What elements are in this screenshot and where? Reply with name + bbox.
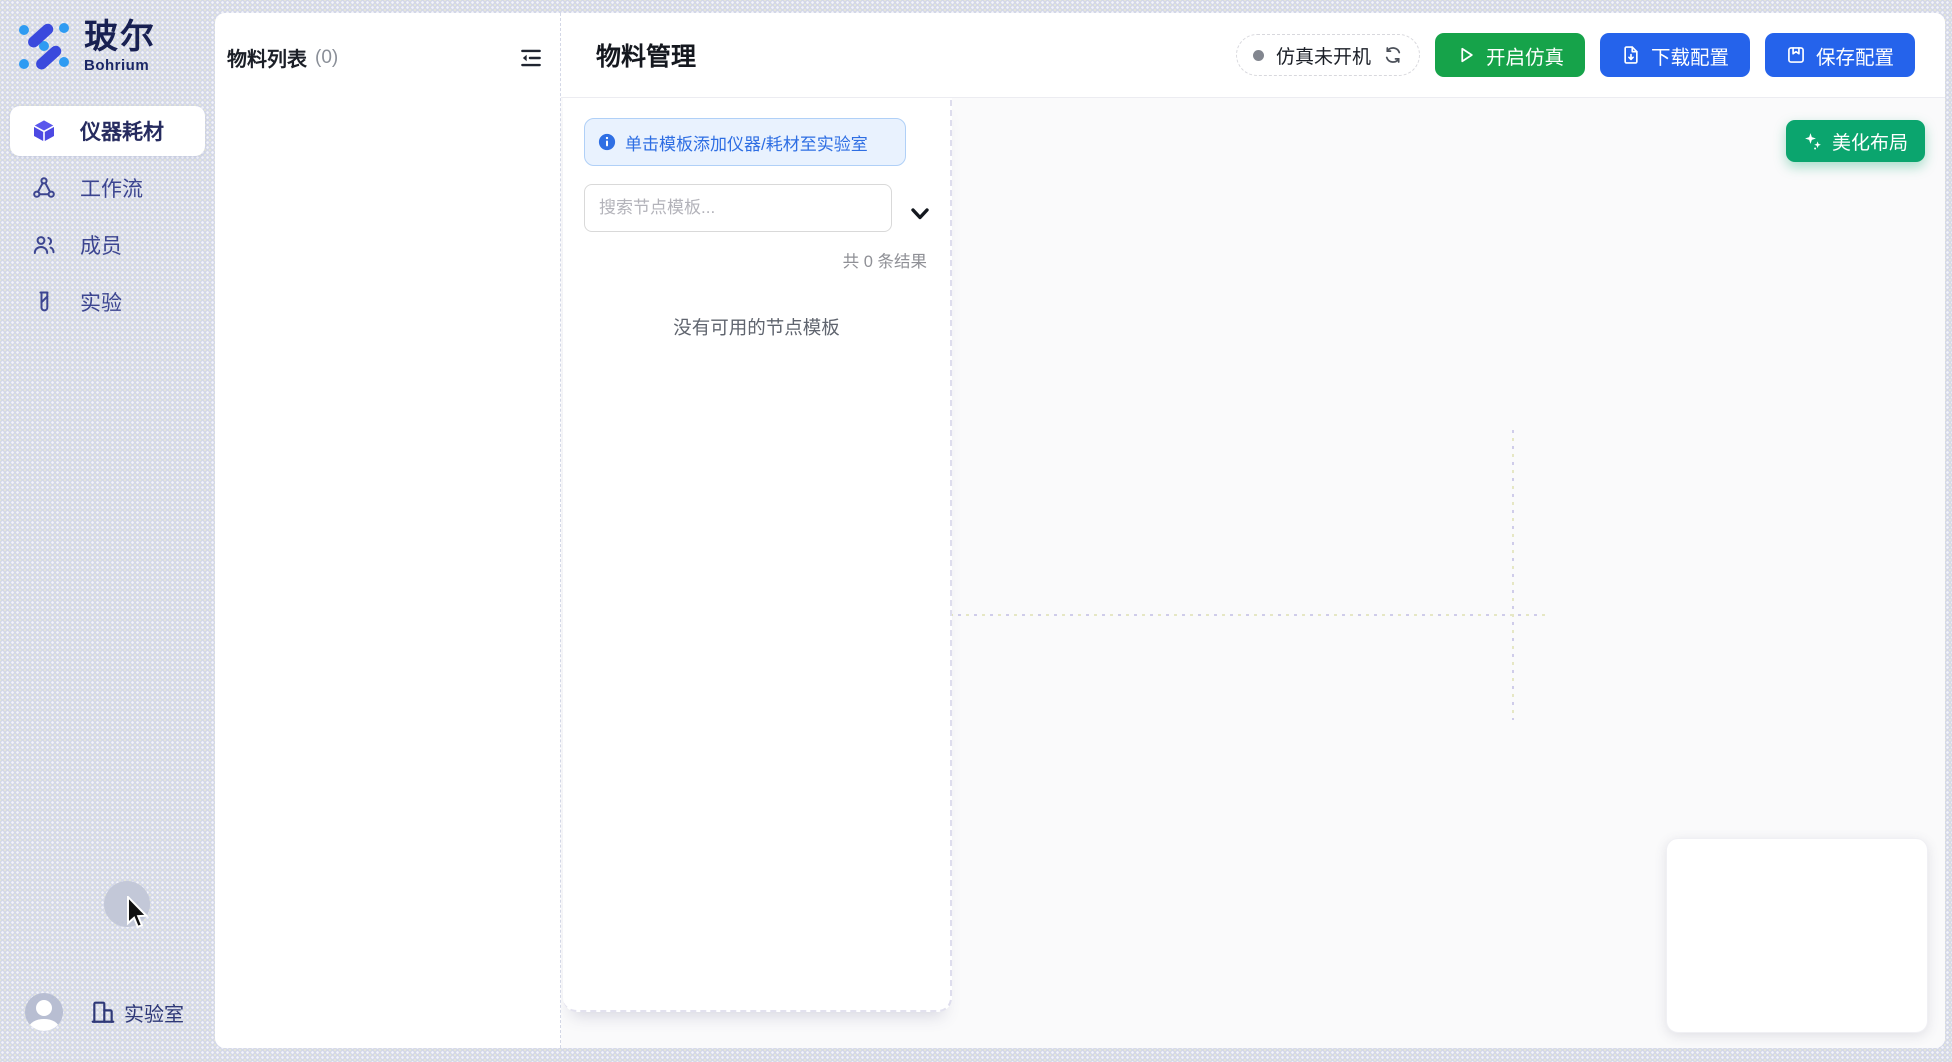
save-config-button[interactable]: 保存配置: [1765, 33, 1915, 77]
members-icon: [32, 233, 56, 257]
material-list-header: 物料列表 (0): [215, 13, 560, 72]
beautify-layout-label: 美化布局: [1832, 128, 1908, 155]
lab-link[interactable]: 实验室: [90, 998, 184, 1027]
save-config-label: 保存配置: [1816, 41, 1894, 70]
workspace-canvas[interactable]: 单击模板添加仪器/耗材至实验室 共 0 条结果 没有可用的节点模板 美化布局: [561, 98, 1945, 1048]
sidebar-footer: 实验室: [0, 990, 215, 1034]
refresh-icon[interactable]: [1383, 45, 1403, 65]
template-hint-text: 单击模板添加仪器/耗材至实验室: [625, 130, 868, 155]
user-avatar[interactable]: [25, 993, 63, 1031]
header-actions: 仿真未开机 开启仿真: [1236, 33, 1915, 77]
bohrium-logo-icon: [16, 18, 72, 74]
sidebar-item-workflow[interactable]: 工作流: [10, 163, 205, 213]
material-list-count: (0): [315, 47, 338, 69]
workflow-icon: [32, 176, 56, 200]
lab-label: 实验室: [124, 998, 184, 1027]
simulation-status-pill[interactable]: 仿真未开机: [1236, 34, 1420, 76]
sidebar-nav: 仪器耗材 工作流 成员: [0, 106, 215, 327]
sidebar: 玻尔 Bohrium 仪器耗材 工作流: [0, 0, 215, 1062]
start-simulation-label: 开启仿真: [1486, 41, 1564, 70]
minimap-panel[interactable]: [1666, 838, 1928, 1033]
save-icon: [1786, 45, 1806, 65]
experiment-icon: [32, 290, 56, 314]
alignment-guide-vertical: [1512, 430, 1514, 720]
sidebar-item-label: 成员: [80, 230, 122, 260]
sidebar-item-instruments[interactable]: 仪器耗材: [10, 106, 205, 156]
sidebar-item-label: 工作流: [80, 173, 143, 203]
mouse-cursor: [126, 896, 148, 932]
status-label: 仿真未开机: [1276, 42, 1371, 69]
beautify-layout-button[interactable]: 美化布局: [1786, 120, 1925, 162]
status-dot-icon: [1253, 50, 1264, 61]
file-download-icon: [1621, 45, 1641, 65]
material-list-panel: 物料列表 (0): [215, 13, 560, 1048]
page-header: 物料管理 仿真未开机 开启仿真: [561, 13, 1945, 98]
material-list-title: 物料列表: [227, 43, 307, 72]
brand-name-en: Bohrium: [84, 57, 156, 74]
play-icon: [1456, 45, 1476, 65]
sidebar-item-experiment[interactable]: 实验: [10, 277, 205, 327]
sparkles-icon: [1803, 131, 1823, 151]
alignment-guide-horizontal: [942, 614, 1550, 616]
template-search-input[interactable]: [584, 184, 892, 232]
info-icon: [598, 133, 616, 151]
building-icon: [90, 999, 116, 1025]
template-hint-banner: 单击模板添加仪器/耗材至实验室: [584, 118, 906, 166]
start-simulation-button[interactable]: 开启仿真: [1435, 33, 1585, 77]
template-panel: 单击模板添加仪器/耗材至实验室 共 0 条结果 没有可用的节点模板: [563, 98, 952, 1012]
sidebar-item-members[interactable]: 成员: [10, 220, 205, 270]
download-config-button[interactable]: 下载配置: [1600, 33, 1750, 77]
page-title: 物料管理: [596, 37, 696, 73]
download-config-label: 下载配置: [1651, 41, 1729, 70]
app-root: 玻尔 Bohrium 仪器耗材 工作流: [0, 0, 1952, 1062]
collapse-panel-icon[interactable]: [518, 45, 544, 71]
cube-icon: [32, 119, 56, 143]
sidebar-item-label: 仪器耗材: [80, 116, 164, 146]
empty-templates-text: 没有可用的节点模板: [563, 314, 950, 340]
brand-name-zh: 玻尔: [84, 18, 156, 56]
chevron-down-icon[interactable]: [907, 202, 933, 226]
brand-logo[interactable]: 玻尔 Bohrium: [16, 18, 156, 74]
sidebar-item-label: 实验: [80, 287, 122, 317]
search-results-count: 共 0 条结果: [843, 248, 927, 272]
main-area: 物料管理 仿真未开机 开启仿真: [560, 13, 1945, 1048]
